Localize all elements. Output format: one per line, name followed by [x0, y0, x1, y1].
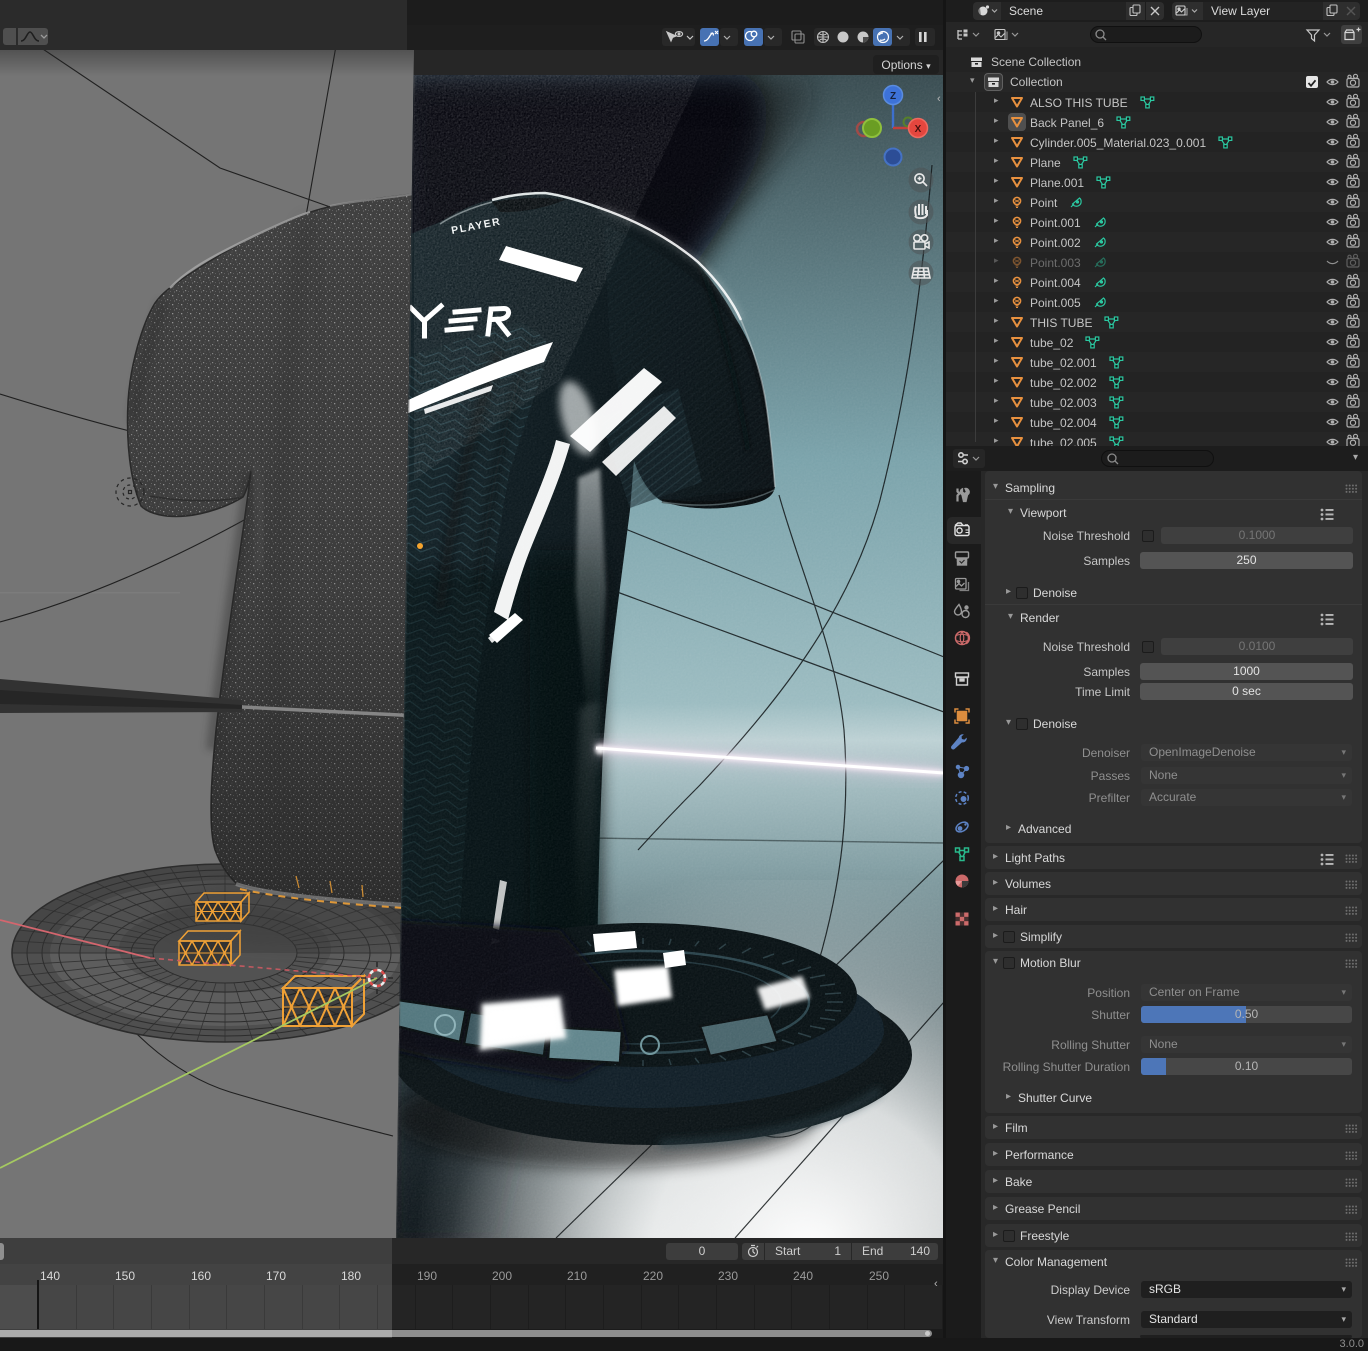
- svg-text:X: X: [915, 124, 922, 135]
- svg-text:Z: Z: [890, 91, 896, 102]
- svg-text:‹: ‹: [937, 93, 941, 105]
